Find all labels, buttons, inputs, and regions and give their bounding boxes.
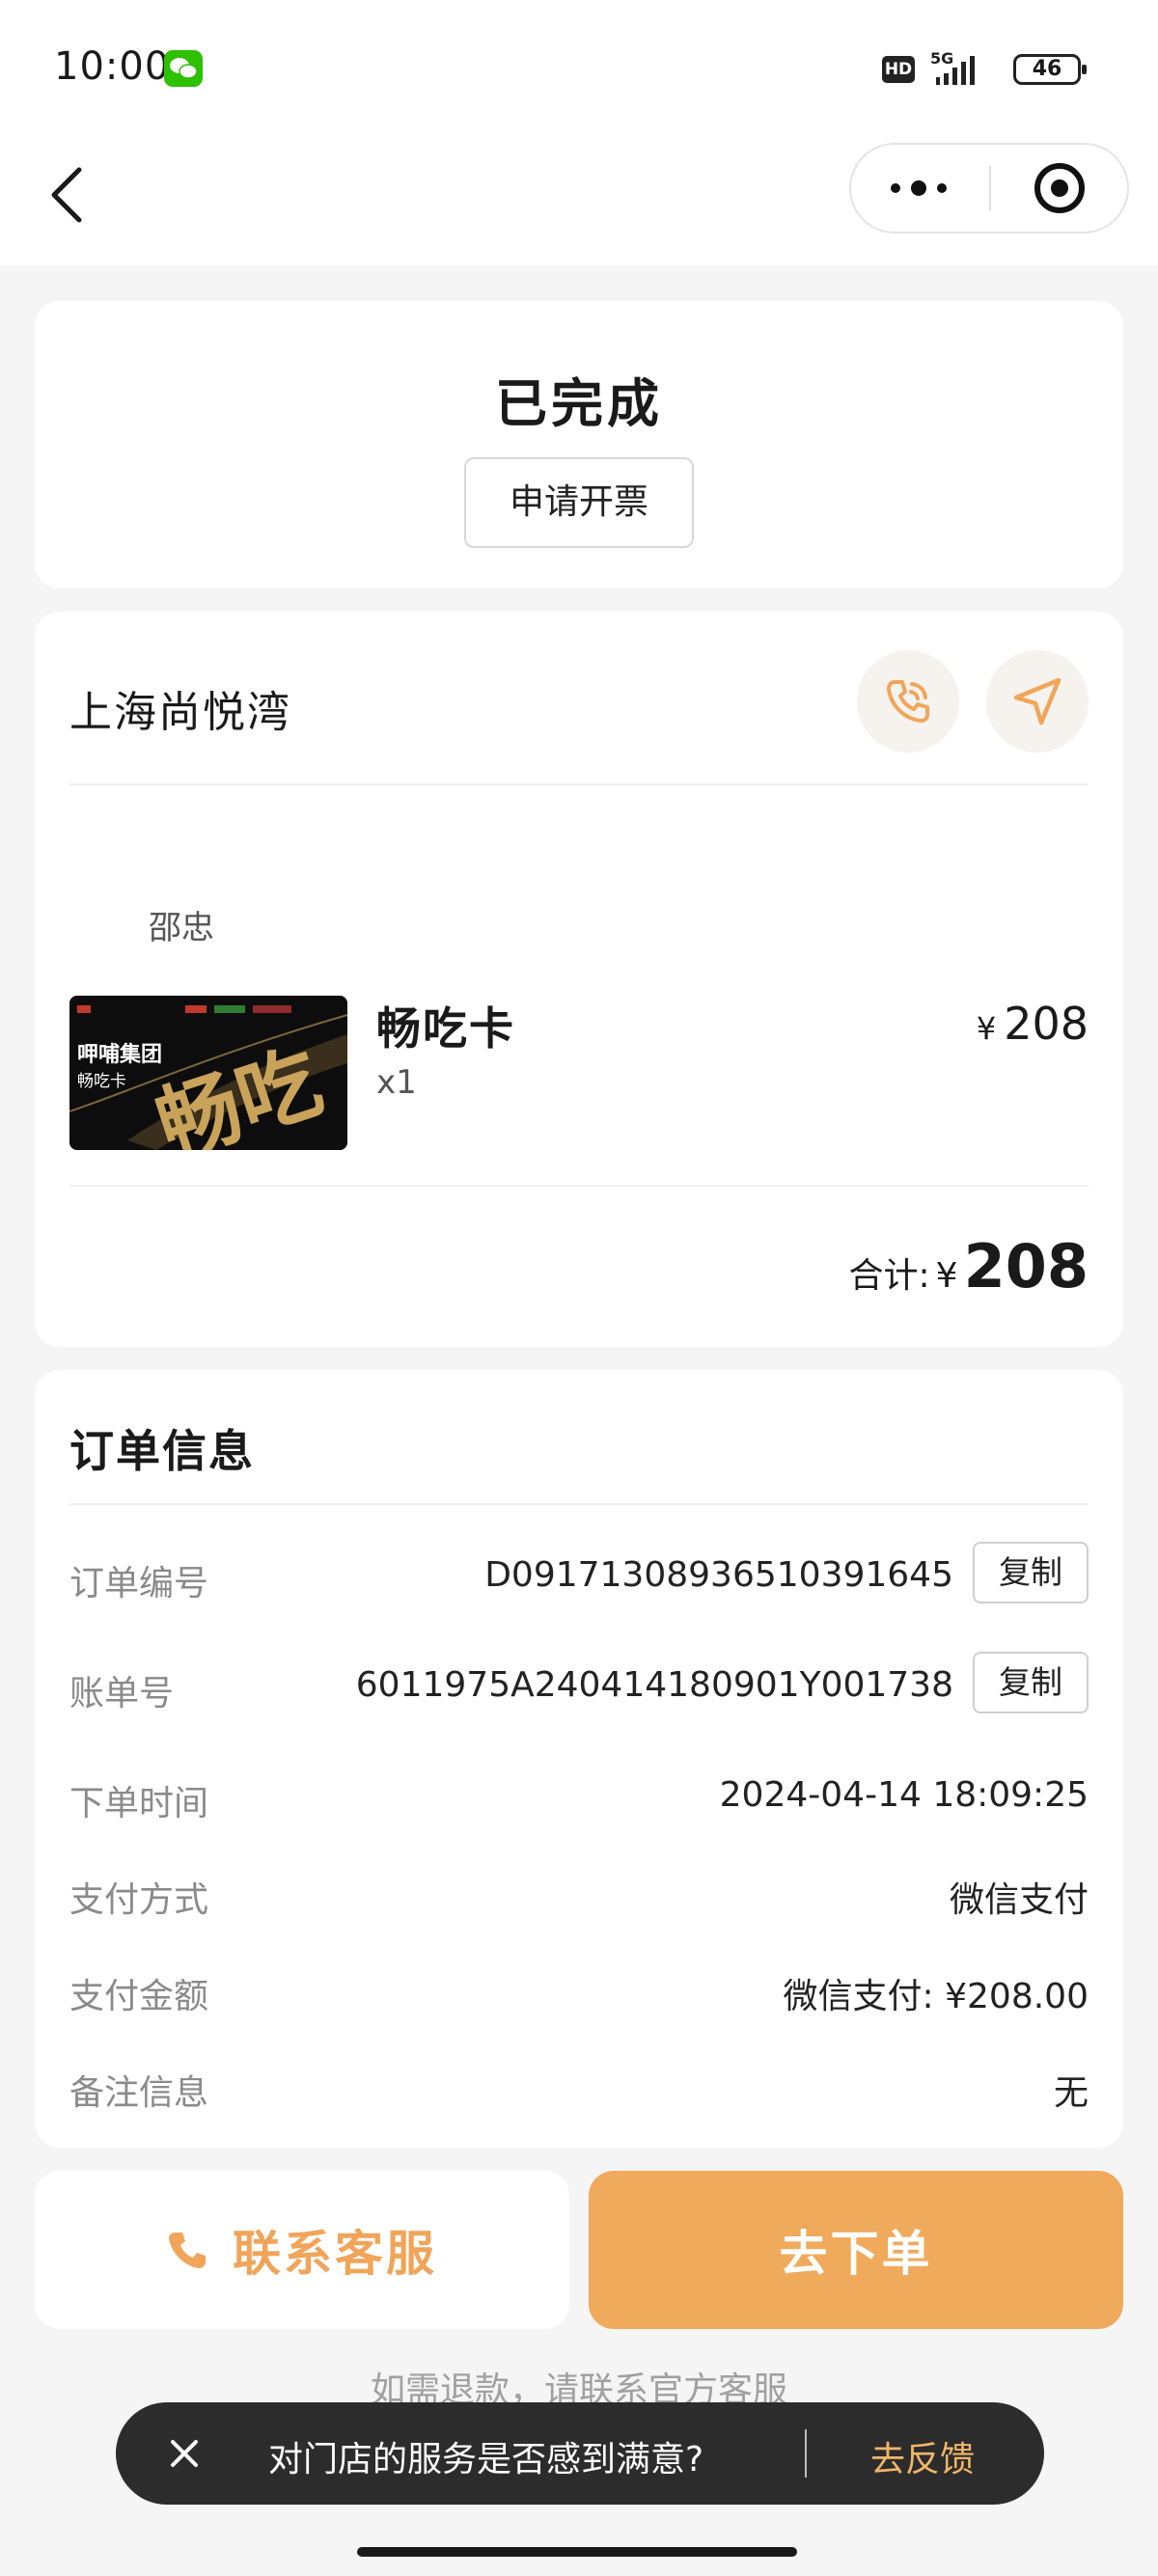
price-currency: ¥ bbox=[976, 1010, 997, 1047]
product-name: 畅吃卡 bbox=[376, 1002, 515, 1055]
info-label: 支付金额 bbox=[69, 1977, 209, 2016]
capsule-divider bbox=[989, 166, 991, 210]
bill-number-value: 6011975A240414180901Y001738 bbox=[355, 1665, 953, 1705]
order-status-card: 已完成 申请开票 bbox=[35, 301, 1123, 589]
order-status-title: 已完成 bbox=[495, 373, 663, 434]
svg-text:5G: 5G bbox=[930, 50, 953, 68]
signal-icon: 5G bbox=[926, 49, 1004, 93]
call-store-button[interactable] bbox=[857, 650, 959, 753]
phone-icon bbox=[169, 2233, 206, 2268]
phone-icon bbox=[887, 680, 929, 723]
order-info-title: 订单信息 bbox=[69, 1425, 255, 1477]
battery-level: 46 bbox=[1032, 57, 1062, 81]
info-divider bbox=[69, 1503, 1089, 1505]
info-row-bill-number: 账单号 6011975A240414180901Y001738 复制 bbox=[69, 1652, 1089, 1719]
info-row-order-time: 下单时间 2024-04-14 18:09:25 bbox=[69, 1762, 1089, 1829]
product-card-image: 呷哺集团 畅吃卡 畅吃 bbox=[69, 996, 347, 1150]
close-mini-program-button[interactable] bbox=[992, 145, 1127, 232]
order-detail-page: 10:00 HD 5G 46 已完成 申请开票 上海尚悦湾 邵忠 呷哺集团 畅吃… bbox=[0, 0, 1158, 2576]
home-indicator bbox=[357, 2547, 797, 2557]
feedback-link[interactable]: 去反馈 bbox=[870, 2431, 975, 2481]
nav-bar bbox=[0, 135, 1158, 265]
info-row-remark: 备注信息 无 bbox=[69, 2051, 1089, 2119]
total-label: 合计: bbox=[848, 1256, 930, 1296]
product-divider bbox=[69, 1185, 1089, 1187]
more-button[interactable] bbox=[851, 145, 986, 232]
payment-amount-value: 微信支付: ¥208.00 bbox=[783, 1977, 1089, 2016]
target-circle-icon bbox=[1034, 163, 1085, 213]
hd-badge: HD bbox=[882, 56, 915, 83]
place-order-button[interactable]: 去下单 bbox=[589, 2171, 1123, 2329]
store-name: 上海尚悦湾 bbox=[69, 688, 291, 737]
info-label: 备注信息 bbox=[69, 2073, 209, 2113]
info-label: 支付方式 bbox=[69, 1880, 209, 1920]
info-row-payment-method: 支付方式 微信支付 bbox=[69, 1858, 1089, 1926]
store-card: 上海尚悦湾 邵忠 呷哺集团 畅吃卡 畅吃 畅吃卡 x1 ¥ 208 合计: ¥2… bbox=[35, 612, 1123, 1347]
feedback-toast: 对门店的服务是否感到满意? 去反馈 bbox=[116, 2402, 1044, 2505]
price-value: 208 bbox=[1004, 998, 1089, 1050]
order-time-value: 2024-04-14 18:09:25 bbox=[719, 1775, 1089, 1815]
order-info-card: 订单信息 订单编号 D09171308936510391645 复制 账单号 6… bbox=[35, 1370, 1123, 2148]
copy-order-number-button[interactable]: 复制 bbox=[973, 1542, 1089, 1603]
staff-name: 邵忠 bbox=[149, 909, 214, 947]
total-currency: ¥ bbox=[935, 1256, 958, 1296]
info-label: 下单时间 bbox=[69, 1784, 209, 1823]
info-row-order-number: 订单编号 D09171308936510391645 复制 bbox=[69, 1542, 1089, 1609]
wechat-icon bbox=[164, 50, 203, 87]
product-image: 呷哺集团 畅吃卡 畅吃 bbox=[69, 996, 347, 1150]
info-label: 账单号 bbox=[69, 1674, 175, 1713]
remark-value: 无 bbox=[1053, 2073, 1089, 2113]
chevron-left-icon bbox=[51, 167, 82, 223]
status-bar: 10:00 HD 5G 46 bbox=[0, 0, 1158, 135]
svg-text:畅吃卡: 畅吃卡 bbox=[77, 1072, 126, 1091]
toast-message: 对门店的服务是否感到满意? bbox=[268, 2440, 704, 2480]
order-total: 合计: ¥208 bbox=[849, 1231, 1089, 1302]
close-icon bbox=[171, 2440, 198, 2467]
contact-service-content: 联系客服 bbox=[35, 2171, 569, 2329]
contact-service-label: 联系客服 bbox=[233, 2227, 437, 2281]
store-divider bbox=[69, 783, 1089, 785]
toast-divider bbox=[805, 2429, 807, 2478]
copy-bill-number-button[interactable]: 复制 bbox=[973, 1652, 1089, 1713]
more-dots-icon bbox=[891, 180, 947, 196]
status-time: 10:00 bbox=[54, 44, 171, 89]
toast-close-button[interactable] bbox=[154, 2424, 214, 2483]
order-number-value: D09171308936510391645 bbox=[484, 1555, 953, 1595]
info-row-payment-amount: 支付金额 微信支付: ¥208.00 bbox=[69, 1955, 1089, 2022]
product-quantity: x1 bbox=[376, 1063, 417, 1102]
contact-service-button[interactable]: 联系客服 bbox=[35, 2171, 569, 2329]
total-value: 208 bbox=[963, 1231, 1089, 1302]
back-button[interactable] bbox=[39, 156, 100, 233]
svg-text:呷哺集团: 呷哺集团 bbox=[77, 1042, 162, 1067]
info-label: 订单编号 bbox=[69, 1564, 209, 1603]
payment-method-value: 微信支付 bbox=[949, 1880, 1089, 1920]
battery-icon: 46 bbox=[1013, 54, 1087, 85]
apply-invoice-button[interactable]: 申请开票 bbox=[464, 457, 694, 548]
navigation-arrow-icon bbox=[1013, 677, 1062, 726]
mini-program-capsule bbox=[849, 143, 1129, 233]
navigate-store-button[interactable] bbox=[986, 650, 1089, 753]
product-price: ¥208 bbox=[977, 998, 1089, 1050]
